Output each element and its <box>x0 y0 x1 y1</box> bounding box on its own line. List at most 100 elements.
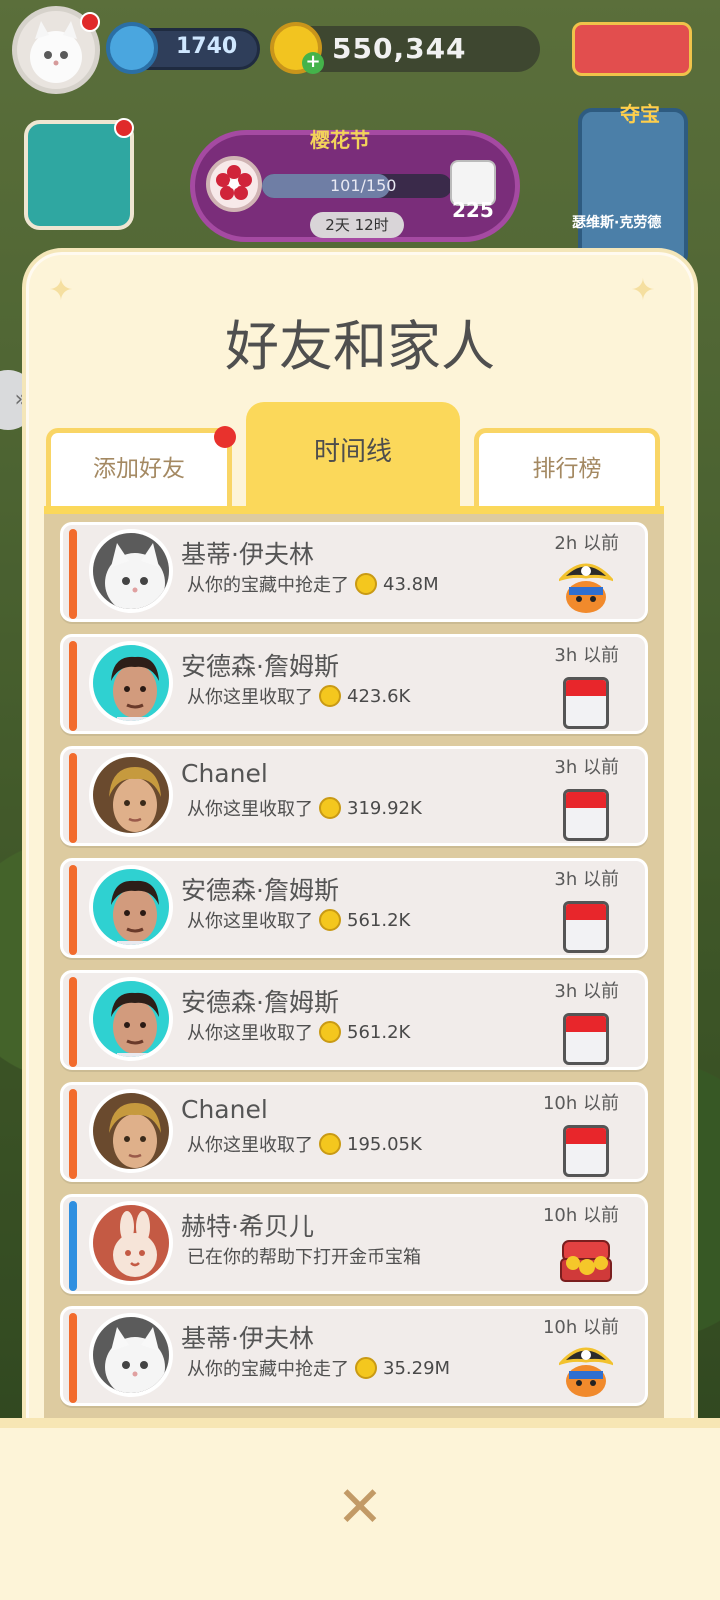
friend-name: Chanel <box>181 1095 268 1124</box>
coin-count: 550,344 <box>332 32 467 65</box>
activity-text: 从你这里收取了 <box>187 1135 313 1156</box>
shop-notification-dot <box>114 118 134 138</box>
activity-time: 3h 以前 <box>554 757 619 778</box>
friend-avatar[interactable] <box>89 1201 173 1285</box>
activity-text: 从你这里收取了 <box>187 687 313 708</box>
coin-amount: 561.2K <box>347 1021 411 1043</box>
activity-text: 从你的宝藏中抢走了 <box>187 575 349 596</box>
activity-text: 从你的宝藏中抢走了 <box>187 1359 349 1380</box>
tab-leaderboard[interactable]: 排行榜 <box>474 428 660 506</box>
event-progress-text: 101/150 <box>330 176 397 195</box>
tab-notification-dot <box>214 426 236 448</box>
activity-description: 从你的宝藏中抢走了 35.29M <box>187 1355 450 1381</box>
notification-dot <box>80 12 100 32</box>
activity-time: 3h 以前 <box>554 981 619 1002</box>
timeline-row[interactable]: 基蒂·伊夫林从你的宝藏中抢走了 43.8M 2h 以前 <box>60 522 648 622</box>
friend-name: 赫特·希贝儿 <box>181 1212 314 1241</box>
row-accent-bar <box>69 1313 77 1403</box>
row-accent-bar <box>69 1201 77 1291</box>
friend-avatar[interactable] <box>89 529 173 613</box>
event-timer: 2天 12时 <box>310 212 404 238</box>
calendar-icon <box>563 789 609 841</box>
friend-name: 安德森·詹姆斯 <box>181 652 339 681</box>
activity-time: 10h 以前 <box>542 1317 619 1338</box>
level-star-icon <box>106 22 158 74</box>
dice-count: 225 <box>452 198 494 222</box>
row-accent-bar <box>69 977 77 1067</box>
activity-text: 已在你的帮助下打开金币宝箱 <box>187 1247 421 1268</box>
tab-add-friend[interactable]: 添加好友 <box>46 428 232 506</box>
row-accent-bar <box>69 529 77 619</box>
activity-text: 从你这里收取了 <box>187 799 313 820</box>
friend-avatar[interactable] <box>89 753 173 837</box>
coin-icon <box>319 685 341 707</box>
activity-time: 3h 以前 <box>554 869 619 890</box>
pirate-icon <box>556 557 616 615</box>
coin-icon <box>319 1133 341 1155</box>
friend-avatar[interactable] <box>89 641 173 725</box>
activity-time: 3h 以前 <box>554 645 619 666</box>
friend-avatar[interactable] <box>89 977 173 1061</box>
friend-name: Chanel <box>181 759 268 788</box>
pirate-icon <box>556 1341 616 1399</box>
dice-stack-icon[interactable] <box>572 22 692 76</box>
timeline-row[interactable]: 基蒂·伊夫林从你的宝藏中抢走了 35.29M 10h 以前 <box>60 1306 648 1406</box>
friend-name: 基蒂·伊夫林 <box>181 1324 314 1353</box>
activity-description: 已在你的帮助下打开金币宝箱 <box>187 1243 421 1269</box>
timeline-row[interactable]: 赫特·希贝儿已在你的帮助下打开金币宝箱 10h 以前 <box>60 1194 648 1294</box>
top-hud: 1740 + 550,344 <box>0 0 720 100</box>
timeline-row[interactable]: 安德森·詹姆斯从你这里收取了 561.2K 3h 以前 <box>60 970 648 1070</box>
row-accent-bar <box>69 641 77 731</box>
coin-amount: 35.29M <box>383 1357 451 1379</box>
raid-player-name: 瑟维斯·克劳德 <box>572 215 662 231</box>
timeline-row[interactable]: Chanel 从你这里收取了 319.92K 3h 以前 <box>60 746 648 846</box>
calendar-icon <box>563 901 609 953</box>
row-accent-bar <box>69 865 77 955</box>
friend-name: 安德森·詹姆斯 <box>181 988 339 1017</box>
coin-amount: 561.2K <box>347 909 411 931</box>
level-number: 1740 <box>176 34 238 59</box>
friend-name: 安德森·詹姆斯 <box>181 876 339 905</box>
timeline-row[interactable]: Chanel 从你这里收取了 195.05K 10h 以前 <box>60 1082 648 1182</box>
calendar-icon <box>563 677 609 729</box>
sakura-flower-icon <box>206 156 262 212</box>
activity-text: 从你这里收取了 <box>187 1023 313 1044</box>
raid-label: 夺宝 <box>620 102 660 126</box>
treasure-chest-icon <box>557 1233 615 1287</box>
coin-icon <box>319 1021 341 1043</box>
activity-description: 从你这里收取了 195.05K <box>187 1131 422 1157</box>
tab-timeline[interactable]: 时间线 <box>246 402 460 506</box>
activity-description: 从你的宝藏中抢走了 43.8M <box>187 571 439 597</box>
activity-time: 2h 以前 <box>554 533 619 554</box>
friend-name: 基蒂·伊夫林 <box>181 540 314 569</box>
coin-icon <box>355 573 377 595</box>
add-coins-button[interactable]: + <box>302 52 324 74</box>
friend-avatar[interactable] <box>89 1089 173 1173</box>
activity-description: 从你这里收取了 423.6K <box>187 683 410 709</box>
coin-icon <box>319 909 341 931</box>
friend-avatar[interactable] <box>89 865 173 949</box>
friend-avatar[interactable] <box>89 1313 173 1397</box>
close-button[interactable]: ✕ <box>328 1476 392 1540</box>
timeline-row[interactable]: 安德森·詹姆斯从你这里收取了 423.6K 3h 以前 <box>60 634 648 734</box>
calendar-icon <box>563 1125 609 1177</box>
timeline-row[interactable]: 安德森·詹姆斯从你这里收取了 561.2K 3h 以前 <box>60 858 648 958</box>
raid-panel[interactable] <box>578 108 688 268</box>
activity-time: 10h 以前 <box>542 1093 619 1114</box>
event-title: 樱花节 <box>310 128 370 152</box>
coin-amount: 195.05K <box>347 1133 422 1155</box>
activity-description: 从你这里收取了 561.2K <box>187 907 410 933</box>
activity-description: 从你这里收取了 561.2K <box>187 1019 410 1045</box>
coin-amount: 43.8M <box>383 573 439 595</box>
modal-title: 好友和家人 <box>225 315 495 378</box>
activity-description: 从你这里收取了 319.92K <box>187 795 422 821</box>
shop-button[interactable] <box>24 120 134 230</box>
coin-amount: 319.92K <box>347 797 422 819</box>
coin-icon <box>319 797 341 819</box>
activity-time: 10h 以前 <box>542 1205 619 1226</box>
row-accent-bar <box>69 1089 77 1179</box>
row-accent-bar <box>69 753 77 843</box>
activity-text: 从你这里收取了 <box>187 911 313 932</box>
coin-amount: 423.6K <box>347 685 411 707</box>
coin-icon <box>355 1357 377 1379</box>
